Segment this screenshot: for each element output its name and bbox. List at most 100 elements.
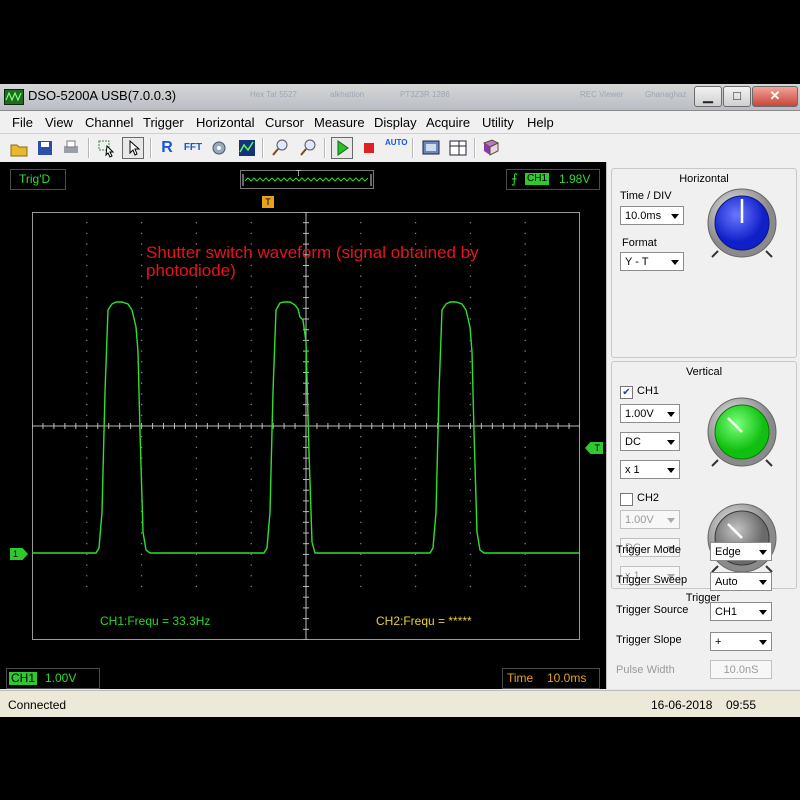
menu-display[interactable]: Display: [374, 115, 417, 130]
grid-dot: [86, 275, 88, 277]
ch1-knob[interactable]: [704, 394, 780, 470]
grid-dot: [195, 222, 198, 224]
stop-icon[interactable]: [358, 137, 380, 159]
grid-dot: [414, 532, 417, 534]
format-select[interactable]: Y - T: [620, 252, 684, 271]
background-label: REC Viewer: [580, 90, 624, 99]
ch1-probe-select[interactable]: x 1: [620, 460, 680, 479]
grid-dot: [469, 232, 472, 235]
ch1-checkbox[interactable]: ✔: [620, 386, 633, 399]
toolbar: R FFT AUTO: [0, 134, 800, 163]
trigger-level: 1.98V: [559, 172, 591, 186]
screenshot-icon[interactable]: [420, 137, 442, 159]
trigger-source-select[interactable]: CH1: [710, 602, 772, 621]
menu-acquire[interactable]: Acquire: [426, 115, 470, 130]
grid-dot: [250, 296, 252, 299]
grid-dot: [195, 393, 198, 395]
grid-dot: [414, 521, 417, 523]
ch2-volts-select[interactable]: 1.00V: [620, 510, 680, 529]
ch1-coupling-select[interactable]: DC: [620, 432, 680, 451]
grid-dot: [360, 318, 362, 320]
probe-icon[interactable]: [208, 137, 230, 159]
zoom-in-icon[interactable]: [270, 137, 292, 159]
menu-trigger[interactable]: Trigger: [143, 115, 184, 130]
fft-icon[interactable]: FFT: [182, 137, 204, 159]
grid-dot: [140, 243, 143, 245]
menu-horizontal[interactable]: Horizontal: [196, 115, 255, 130]
grid-dot: [360, 575, 362, 577]
grid-dot: [360, 403, 362, 406]
ch1-volts-select[interactable]: 1.00V: [620, 404, 680, 423]
chevron-down-icon: [759, 640, 767, 645]
select-zoom-icon[interactable]: [96, 137, 118, 159]
grid-dot: [524, 264, 526, 267]
run-icon[interactable]: [331, 137, 353, 159]
trigger-level-box: ⨍ CH1 1.98V: [506, 169, 600, 190]
grid-dot: [414, 361, 417, 363]
ch1-label: CH1: [9, 671, 38, 685]
pointer-icon[interactable]: [122, 137, 144, 159]
grid-dot: [140, 329, 143, 331]
menu-help[interactable]: Help: [527, 115, 554, 130]
open-folder-icon[interactable]: [8, 137, 30, 159]
menu-view[interactable]: View: [45, 115, 73, 130]
grid-dot: [86, 232, 88, 235]
menu-cursor[interactable]: Cursor: [265, 115, 304, 130]
trigger-position-bar[interactable]: T: [240, 169, 374, 189]
grid-dot: [414, 500, 417, 502]
menu-utility[interactable]: Utility: [482, 115, 514, 130]
trigger-sweep-select[interactable]: Auto: [710, 572, 772, 591]
toolbar-separator: [412, 138, 414, 158]
menu-channel[interactable]: Channel: [85, 115, 133, 130]
grid-dot: [195, 446, 198, 449]
grid-dot: [360, 446, 362, 449]
grid-dot: [469, 286, 472, 288]
reset-icon[interactable]: R: [156, 137, 178, 159]
pulse-width-field[interactable]: 10.0nS: [710, 660, 772, 679]
ch1-volts-value: 1.00V: [625, 408, 654, 420]
ch1-check-label: CH1: [637, 385, 660, 397]
grid-dot: [469, 403, 472, 406]
grid-dot: [360, 553, 362, 556]
print-icon[interactable]: [60, 137, 82, 159]
grid-dot: [469, 446, 472, 449]
minimize-button[interactable]: ▁: [694, 86, 722, 107]
close-button[interactable]: ✕: [752, 86, 798, 107]
toolbar-separator: [150, 138, 152, 158]
time-div-select[interactable]: 10.0ms: [620, 206, 684, 225]
toolbar-separator: [88, 138, 90, 158]
grid-dot: [469, 532, 472, 534]
grid-dot: [195, 436, 198, 438]
grid-dot: [469, 553, 472, 556]
grid-dot: [469, 468, 472, 470]
menu-measure[interactable]: Measure: [314, 115, 365, 130]
grid-dot: [360, 307, 362, 309]
ch2-knob[interactable]: [704, 500, 780, 576]
grid-dot: [524, 553, 526, 556]
grid-dot: [469, 543, 472, 545]
grid-dot: [86, 543, 88, 545]
math-icon[interactable]: [236, 137, 258, 159]
trigger-slope-select[interactable]: +: [710, 632, 772, 651]
save-icon[interactable]: [34, 137, 56, 159]
layout-icon[interactable]: [447, 137, 469, 159]
grid-dot: [250, 350, 252, 352]
grid-dot: [414, 307, 417, 309]
trigger-time-marker[interactable]: T: [262, 196, 274, 208]
help-book-icon[interactable]: [480, 137, 502, 159]
horizontal-knob[interactable]: [704, 185, 780, 261]
grid-dot: [140, 543, 143, 545]
auto-icon[interactable]: AUTO: [385, 137, 408, 160]
ch2-checkbox[interactable]: [620, 493, 633, 506]
trigger-mode-select[interactable]: Edge: [710, 542, 772, 561]
grid-dot: [86, 510, 88, 513]
grid-dot: [250, 339, 252, 342]
grid-dot: [250, 403, 252, 406]
maximize-button[interactable]: □: [723, 86, 751, 107]
grid-dot: [469, 575, 472, 577]
horizontal-title: Horizontal: [679, 173, 729, 185]
grid-dot: [469, 564, 472, 566]
grid-dot: [524, 403, 526, 406]
zoom-out-icon[interactable]: [298, 137, 320, 159]
menu-file[interactable]: File: [12, 115, 33, 130]
